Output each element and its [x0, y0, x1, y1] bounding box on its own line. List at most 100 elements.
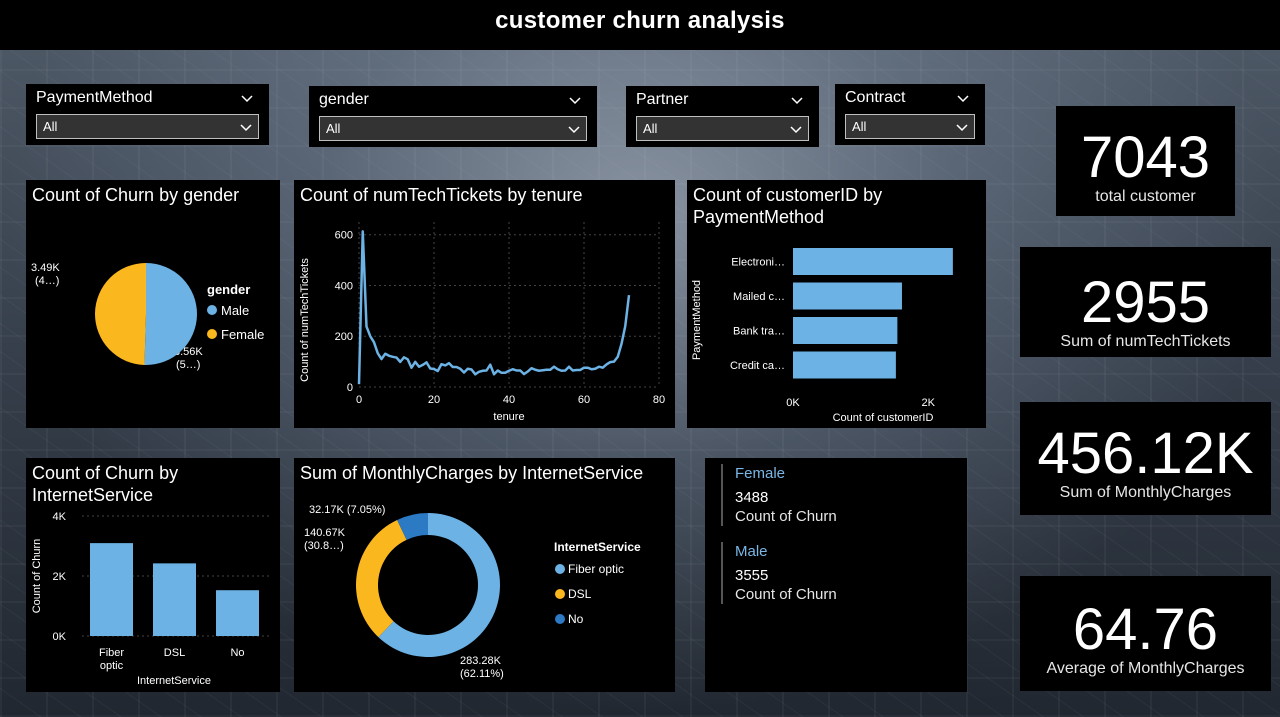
x-tick-label: 80	[653, 394, 665, 406]
chart-panel-churn-by-gender: Count of Churn by gender gender Male Fem…	[26, 180, 280, 428]
data-label-dsl-sub: (30.8…)	[304, 540, 344, 552]
kpi-label: Sum of numTechTickets	[1060, 333, 1231, 350]
slicer-dropdown[interactable]: All	[319, 116, 587, 141]
x-tick-label: 0K	[786, 397, 800, 409]
bar-chart: Count of customerID PaymentMethod Electr…	[691, 248, 953, 424]
chevron-down-icon[interactable]	[791, 94, 803, 106]
chevron-down-icon	[240, 123, 252, 131]
x-tick-label: DSL	[164, 647, 185, 659]
series-line	[357, 230, 631, 385]
slicer-value: All	[43, 119, 58, 134]
slicer-label: gender	[319, 91, 369, 108]
bar-electroni	[793, 248, 953, 275]
kpi-card-total-customer: 7043 total customer	[1056, 106, 1235, 216]
data-label-dsl: 140.67K	[304, 527, 346, 539]
x-tick-label: 40	[503, 394, 515, 406]
chart-panel-customers-by-payment: Count of customerID by PaymentMethod Cou…	[687, 180, 986, 428]
legend-title: InternetService	[554, 540, 641, 554]
y-tick-label: 400	[335, 280, 353, 292]
slicer-dropdown[interactable]: All	[636, 116, 809, 141]
data-label-no: 32.17K (7.05%)	[309, 504, 385, 516]
bar-credit-ca	[793, 351, 896, 379]
kpi-card-avg-monthly-charges: 64.76 Average of MonthlyCharges	[1020, 576, 1271, 691]
legend-marker-fiber-optic	[555, 564, 565, 574]
y-tick-label: 0K	[53, 631, 67, 643]
legend-label-dsl: DSL	[568, 587, 592, 601]
chart-panel-tickets-by-tenure: Count of numTechTickets by tenure tenure…	[294, 180, 675, 428]
chart-title: Count of Churn by InternetService	[32, 463, 179, 505]
slicer-value: All	[643, 121, 658, 136]
slicer-label: PaymentMethod	[36, 89, 153, 106]
kpi-label: Sum of MonthlyCharges	[1059, 484, 1232, 501]
data-label-female: 3.49K	[31, 262, 60, 274]
card-category: Male	[735, 543, 768, 560]
legend-marker-dsl	[555, 589, 565, 599]
y-tick-label: Mailed c…	[733, 291, 785, 303]
chart-panel-churn-by-internet: Count of Churn by InternetService Intern…	[26, 458, 280, 692]
card-value: 3488	[735, 489, 769, 506]
y-axis-title: Count of Churn	[31, 539, 43, 614]
card-value: 3555	[735, 567, 769, 584]
legend-marker-male	[207, 305, 217, 315]
slicer-partner[interactable]: Partner All	[626, 86, 819, 147]
card-caption: Count of Churn	[735, 586, 837, 603]
kpi-label: Average of MonthlyCharges	[1046, 660, 1245, 677]
x-tick-label: 0	[356, 394, 362, 406]
kpi-card-tech-tickets: 2955 Sum of numTechTickets	[1020, 247, 1271, 357]
x-tick-label: No	[230, 647, 244, 659]
y-axis-title: Count of numTechTickets	[299, 258, 311, 382]
dashboard-title: customer churn analysis	[495, 7, 785, 34]
kpi-value: 7043	[1080, 125, 1211, 190]
bar-bank-tra	[793, 317, 898, 344]
slicer-label: Partner	[636, 91, 689, 108]
y-tick-label: 600	[335, 230, 353, 242]
slicer-value: All	[852, 119, 867, 134]
legend-label-female: Female	[221, 327, 264, 342]
bar-mailed-c	[793, 282, 902, 310]
data-label-male-sub: (5…)	[176, 359, 200, 371]
y-tick-label: 4K	[53, 511, 67, 523]
slicer-dropdown[interactable]: All	[36, 114, 259, 139]
data-label-female-sub: (4…)	[35, 275, 59, 287]
chart-title: Count of Churn by gender	[32, 185, 240, 205]
chevron-down-icon[interactable]	[241, 92, 253, 104]
chevron-down-icon[interactable]	[957, 92, 969, 104]
y-tick-label: Bank tra…	[733, 326, 785, 338]
slicer-label: Contract	[845, 89, 906, 106]
slicer-contract[interactable]: Contract All	[835, 84, 985, 145]
bar-no	[216, 590, 259, 636]
bar-chart: InternetService Count of Churn 0K 2K 4K Fib…	[31, 511, 271, 687]
y-tick-label: Electroni…	[731, 257, 785, 269]
kpi-card-sum-monthly-charges: 456.12K Sum of MonthlyCharges	[1020, 402, 1271, 515]
x-tick-label: 20	[428, 394, 440, 406]
card-caption: Count of Churn	[735, 508, 837, 525]
kpi-value: 64.76	[1072, 597, 1219, 662]
y-tick-label: 0	[347, 382, 353, 394]
pie-chart: gender Male Female 3.49K (4…) 3.56K (5…)	[31, 262, 264, 371]
slicer-gender[interactable]: gender All	[309, 86, 597, 147]
kpi-label: total customer	[1095, 188, 1196, 205]
x-axis-title: InternetService	[137, 675, 211, 687]
chevron-down-icon	[956, 123, 968, 131]
x-axis-title: tenure	[493, 411, 524, 423]
kpi-value: 456.12K	[1037, 421, 1254, 486]
legend-marker-no	[555, 614, 565, 624]
y-tick-label: Credit ca…	[730, 360, 785, 372]
x-axis-title: Count of customerID	[833, 412, 934, 424]
y-tick-label: 2K	[53, 571, 67, 583]
chevron-down-icon	[790, 125, 802, 133]
card-row-male: Male 3555 Count of Churn	[721, 542, 837, 604]
data-label-fiber-optic: 283.28K	[460, 655, 502, 667]
slicer-value: All	[326, 121, 341, 136]
slicer-dropdown[interactable]: All	[845, 114, 975, 139]
multi-row-card-churn-by-gender: Female 3488 Count of Churn Male 3555 Cou…	[705, 458, 967, 692]
slicer-payment-method[interactable]: PaymentMethod All	[26, 84, 269, 145]
chart-title: Sum of MonthlyCharges by InternetService	[300, 463, 644, 483]
chevron-down-icon	[568, 125, 580, 133]
line-chart: tenure Count of numTechTickets 020040060…	[299, 222, 665, 423]
chevron-down-icon[interactable]	[569, 94, 581, 106]
dashboard-title-bar: customer churn analysis	[0, 0, 1280, 50]
chart-title: Count of numTechTickets by tenure	[300, 185, 583, 205]
donut-chart: InternetService Fiber optic DSL No 32.17…	[304, 504, 641, 680]
donut-slice-dsl	[356, 519, 407, 638]
